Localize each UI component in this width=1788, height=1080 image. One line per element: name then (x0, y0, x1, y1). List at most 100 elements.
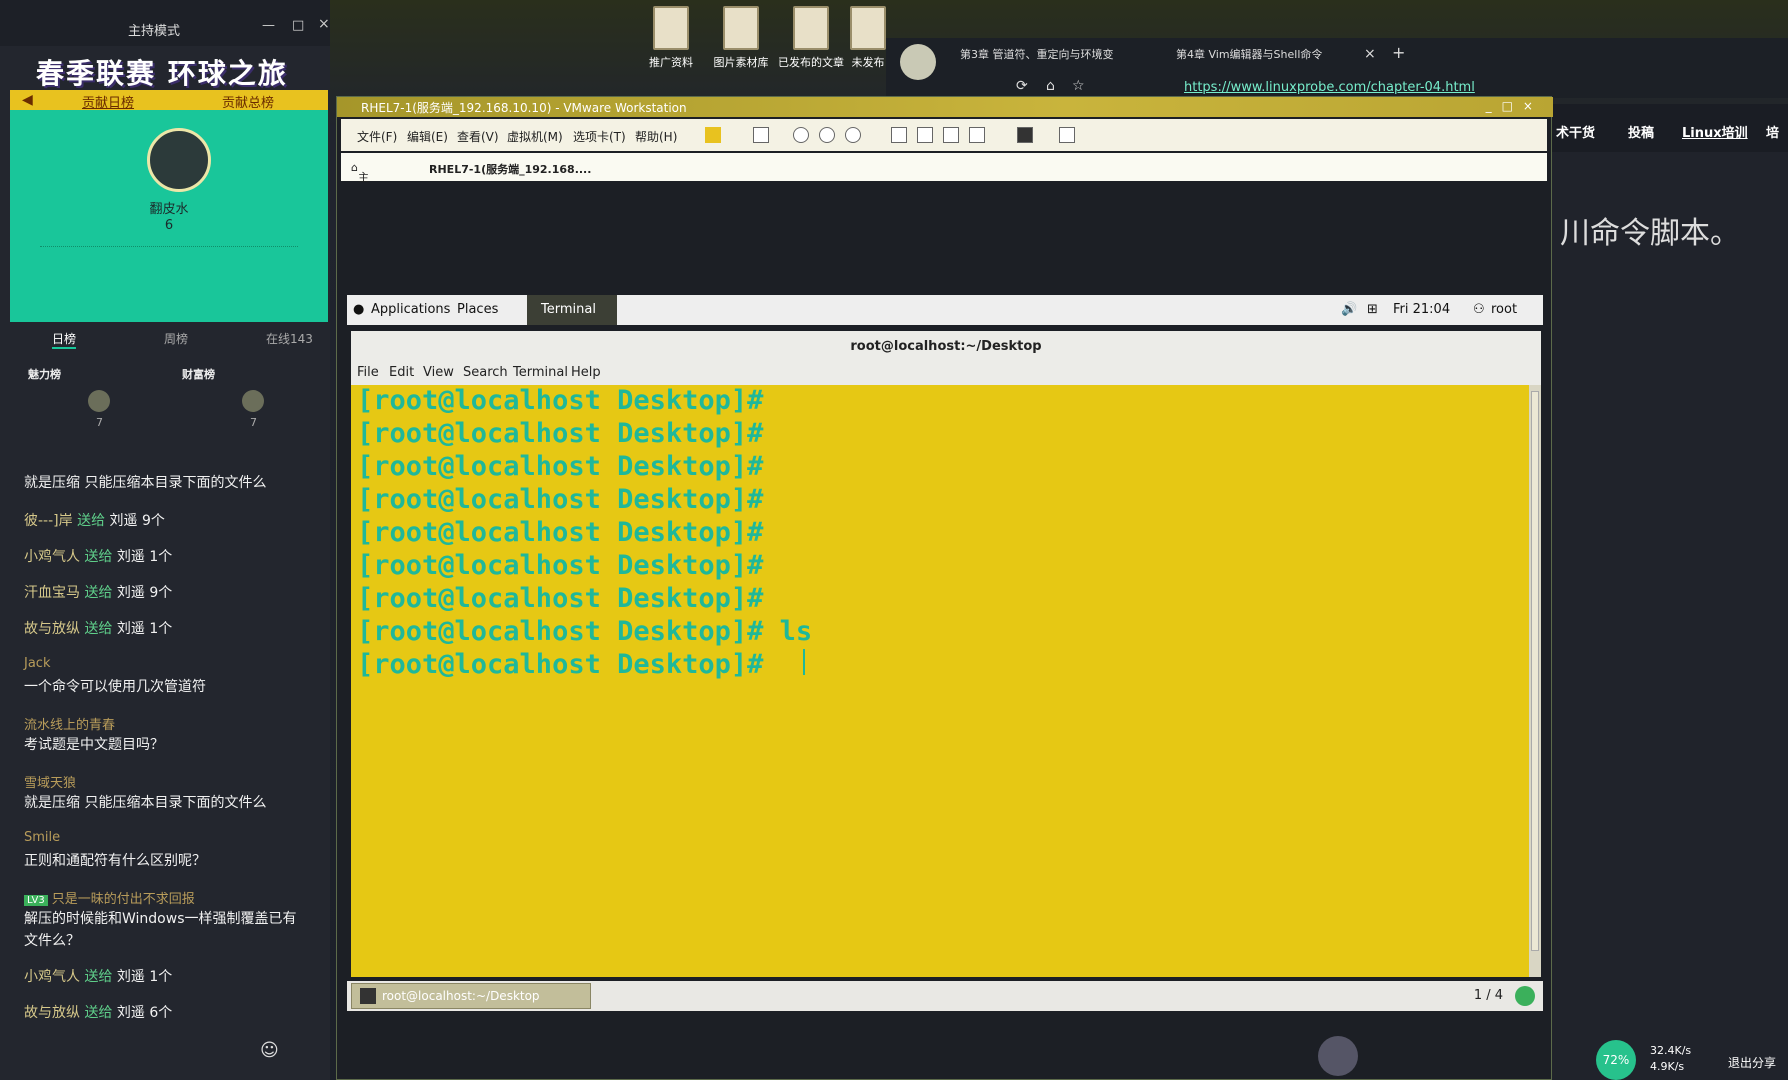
address-bar[interactable]: https://www.linuxprobe.com/chapter-04.ht… (1184, 80, 1475, 95)
sidebar-toggle-icon[interactable] (891, 127, 907, 143)
terminal-menubar: File Edit View Search Terminal Help (351, 361, 1541, 385)
presenter-avatar (1318, 1036, 1358, 1076)
nav-item-linux-training[interactable]: Linux培训 (1682, 122, 1748, 141)
menu-vm[interactable]: 虚拟机(M) (507, 128, 563, 145)
folder-icon (793, 6, 829, 50)
vmware-window: RHEL7-1(服务端_192.168.10.10) - VMware Work… (336, 96, 1553, 1080)
star-icon[interactable]: ☆ (1072, 78, 1085, 94)
menu-file[interactable]: 文件(F) (357, 128, 397, 145)
home-icon[interactable]: ⌂ (1046, 78, 1055, 94)
new-tab-icon[interactable]: + (1392, 43, 1405, 62)
volume-icon[interactable]: 🔊 (1341, 302, 1357, 317)
desktop-icon-promo[interactable]: 推广资料 (636, 6, 706, 70)
desktop-icon-images[interactable]: 图片素材库 (706, 6, 776, 70)
chat-username[interactable]: Smile (24, 830, 60, 845)
chat-username[interactable]: 雪域天狼 (24, 772, 76, 791)
wealth-rank-title[interactable]: 财富榜 (182, 366, 215, 382)
chat-username[interactable]: 流水线上的青春 (24, 714, 115, 733)
fullscreen-icon[interactable] (943, 127, 959, 143)
reload-icon[interactable]: ⟳ (1016, 78, 1028, 94)
back-icon[interactable]: ◀ (22, 92, 33, 108)
terminal-menu-help[interactable]: Help (571, 365, 601, 380)
nav-item-articles[interactable]: 术干货 (1556, 122, 1595, 141)
vmware-title: RHEL7-1(服务端_192.168.10.10) - VMware Work… (361, 101, 687, 115)
revert-snapshot-icon[interactable] (819, 127, 835, 143)
terminal-line: [root@localhost Desktop]# (357, 517, 764, 548)
terminal-line: [root@localhost Desktop]# ls (357, 616, 813, 647)
terminal-line: [root@localhost Desktop]# (357, 649, 780, 680)
terminal-line: [root@localhost Desktop]# (357, 385, 764, 416)
terminal-menu-view[interactable]: View (423, 365, 454, 380)
event-banner: 春季联赛 环球之旅 (36, 57, 288, 90)
terminal-menu-terminal[interactable]: Terminal (513, 365, 568, 380)
emoji-icon[interactable]: ☺ (260, 1040, 279, 1061)
snapshot-manager-icon[interactable] (845, 127, 861, 143)
minimize-icon[interactable]: — (262, 18, 275, 33)
chat-username[interactable]: Jack (24, 656, 50, 671)
unity-icon[interactable] (969, 127, 985, 143)
tab-home[interactable]: ⌂ 主页 (351, 161, 369, 200)
user-icon[interactable]: ⚇ (1473, 302, 1485, 317)
menu-edit[interactable]: 编辑(E) (407, 128, 448, 145)
host-mode-label: 主持模式 (128, 24, 181, 39)
network-icon[interactable]: ⊞ (1367, 302, 1378, 317)
site-nav: 术干货 投稿 Linux培训 培 (1552, 104, 1788, 152)
thumbnail-icon[interactable] (917, 127, 933, 143)
folder-icon (723, 6, 759, 50)
places-menu[interactable]: Places (457, 302, 498, 317)
notification-icon[interactable] (1515, 986, 1535, 1006)
gift-message: 彼---]岸 送给 刘遥 9个 (24, 513, 165, 529)
gnome-logo-icon: ● (353, 302, 365, 317)
exit-share-button[interactable]: 退出分享 (1728, 1054, 1776, 1071)
close-tab-icon[interactable]: × (1364, 46, 1376, 62)
snapshot-icon[interactable] (793, 127, 809, 143)
profile-avatar[interactable] (900, 44, 936, 80)
menu-help[interactable]: 帮助(H) (635, 128, 677, 145)
gift-message: 故与放纵 送给 刘遥 1个 (24, 621, 173, 637)
top-contributor-name: 翻皮水 (149, 202, 189, 217)
chat-username-badged[interactable]: LV3 只是一昧的付出不求回报 (24, 888, 195, 907)
gnome-top-bar: ● Applications Places Terminal 🔊 ⊞ Fri 2… (347, 295, 1543, 325)
view-options-icon[interactable] (1059, 127, 1075, 143)
terminal-app-tab[interactable]: Terminal (527, 295, 617, 325)
nav-item-more[interactable]: 培 (1766, 122, 1779, 141)
terminal-menu-file[interactable]: File (357, 365, 379, 380)
tab-daily[interactable]: 日榜 (52, 330, 77, 349)
desktop-icon-unpublished[interactable]: 未发布 (846, 6, 890, 70)
terminal-menu-search[interactable]: Search (463, 365, 508, 380)
send-keys-icon[interactable] (753, 127, 769, 143)
gift-message: 小鸡气人 送给 刘遥 1个 (24, 969, 173, 985)
terminal-output[interactable]: [root@localhost Desktop]# [root@localhos… (351, 385, 1529, 977)
terminal-scrollbar[interactable] (1529, 385, 1541, 977)
maximize-icon[interactable]: □ (292, 18, 304, 33)
window-controls[interactable]: _□× (1486, 99, 1543, 113)
tab-vm[interactable]: RHEL7-1(服务端_192.168.... (429, 161, 591, 177)
browser-tab-chapter3[interactable]: 第3章 管道符、重定向与环境变 (960, 46, 1114, 62)
taskbar-terminal-item[interactable]: root@localhost:~/Desktop (351, 983, 591, 1009)
close-icon[interactable]: × (318, 16, 330, 32)
terminal-line: [root@localhost Desktop]# (357, 583, 764, 614)
browser-tab-chapter4[interactable]: 第4章 Vim编辑器与Shell命令 (1176, 46, 1322, 62)
terminal-title: root@localhost:~/Desktop (351, 331, 1541, 361)
menu-view[interactable]: 查看(V) (457, 128, 499, 145)
menu-tabs[interactable]: 选项卡(T) (573, 128, 626, 145)
pause-icon[interactable] (705, 127, 721, 143)
scrollbar-thumb[interactable] (1531, 391, 1539, 951)
charm-rank-title[interactable]: 魅力榜 (28, 366, 61, 382)
user-menu[interactable]: root (1491, 302, 1517, 317)
download-speed: 4.9K/s (1650, 1060, 1685, 1073)
desktop-icon-published[interactable]: 已发布的文章 (776, 6, 846, 70)
tab-total-contribution[interactable]: 贡献总榜 (222, 92, 274, 111)
chat-message: 就是压缩 只能压缩本目录下面的文件么 (24, 795, 267, 811)
divider (40, 246, 298, 247)
terminal-menu-edit[interactable]: Edit (389, 365, 414, 380)
nav-item-submit[interactable]: 投稿 (1628, 122, 1654, 141)
console-icon[interactable] (1017, 127, 1033, 143)
applications-menu[interactable]: Applications (371, 302, 450, 317)
clock[interactable]: Fri 21:04 (1393, 302, 1450, 317)
terminal-icon (360, 988, 376, 1004)
workspace-pager[interactable]: 1 / 4 (1474, 988, 1503, 1003)
tab-daily-contribution[interactable]: 贡献日榜 (82, 92, 134, 111)
tab-online[interactable]: 在线143 (266, 330, 313, 347)
tab-weekly[interactable]: 周榜 (164, 330, 188, 347)
